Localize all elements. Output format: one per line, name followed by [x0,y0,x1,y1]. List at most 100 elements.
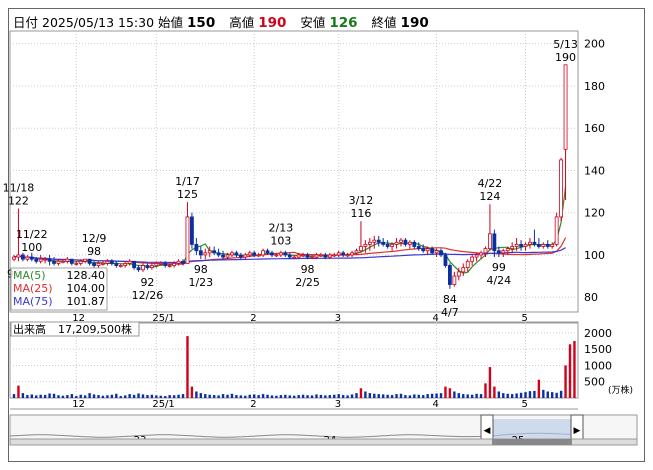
candle-body [230,252,234,256]
volume-bar [337,394,340,398]
volume-bar [475,393,478,398]
candle-body [536,243,541,247]
volume-bar [537,379,541,398]
navigator-left-arrow-icon: ◀ [484,426,491,436]
volume-bar [124,395,127,398]
volume-bar [422,395,425,398]
volume-bar [333,394,336,398]
volume-bar [230,393,234,398]
price-tick-label: 160 [584,122,605,135]
candle-body [34,258,39,262]
candle-body [483,248,488,254]
annotation-value: 100 [21,241,42,254]
volume-tick-label: 1000 [584,359,612,372]
annotation-date: 11/18 [3,181,35,194]
candle-body [323,254,328,258]
volume-bar [221,394,225,398]
annotation-date: 2/25 [295,276,320,289]
candle [345,252,350,258]
candle-body [399,239,403,243]
volume-header: 出来高 17,209,500株 [10,321,140,337]
annotation-value: 98 [87,245,101,258]
candle [132,260,136,270]
candle-body [78,260,83,264]
candle-body [101,263,105,265]
candle [385,240,390,249]
candle-body [278,252,283,256]
volume-bar [524,392,527,398]
candle-body [216,252,221,256]
candle-body [118,265,123,267]
candle-body [154,263,159,266]
candle [559,157,564,222]
candle [554,212,559,247]
volume-bar [346,395,349,398]
annotation-date: 4/7 [441,306,459,319]
candle [87,258,92,266]
candle [221,250,225,260]
volume-bar [257,395,260,398]
candle [145,263,150,270]
volume-bar [448,388,452,398]
volume-x-tick-label: 3 [335,399,341,410]
candle-body [456,271,461,277]
volume-bar [453,391,456,398]
volume-bar [279,395,283,398]
candle-body [132,260,136,269]
volume-bar [341,395,345,398]
candle-body [319,254,323,257]
volume-bar [368,393,372,398]
volume-bar [417,394,420,398]
annotation-value: 98 [301,263,315,276]
volume-bar [395,394,398,398]
price-tick-label: 180 [584,80,605,93]
candle-body [185,216,190,264]
volume-bar [106,395,109,398]
candle [510,242,515,253]
candle-body [109,260,114,264]
navigator-left-handle[interactable]: ◀ [480,414,494,442]
candle-body [305,254,310,258]
candle [488,204,492,251]
candle-body [92,263,96,266]
legend-label: MA(75) [13,295,53,308]
candle-body [158,263,163,265]
candle-body [292,256,297,259]
candle-body [434,250,439,254]
volume-bar [457,393,460,398]
volume-bar [252,394,256,398]
price-tick-label: 200 [584,38,605,51]
volume-bar [519,392,523,398]
volume-bar [328,395,332,398]
volume-bar [110,394,114,398]
legend-value: 128.40 [67,269,106,282]
volume-bar [462,394,465,398]
candle [407,240,412,249]
candle [261,248,265,258]
candle-body [274,254,279,257]
volume-bar [506,393,509,398]
candle [541,242,546,249]
candle [12,254,16,262]
navigator-scroll-thumb[interactable] [492,439,572,445]
candle-body [270,252,274,256]
volume-bar [48,393,51,398]
candle-body [114,263,119,266]
volume-bar [319,394,323,398]
volume-bar [101,395,105,398]
volume-bar [551,392,554,398]
volume-bar [301,394,305,398]
candle [25,254,30,262]
volume-bar [555,392,558,398]
annotation-date: 1/23 [188,276,213,289]
volume-bar [146,395,149,398]
volume-bar [164,396,167,398]
candle-body [38,258,43,262]
navigator-right-handle[interactable]: ▶ [570,414,584,442]
candle-body [488,233,492,250]
candle-body [16,254,21,258]
volume-bar [43,394,47,398]
volume-bar [70,394,74,398]
candle-body [345,254,350,257]
candle-body [74,263,79,265]
